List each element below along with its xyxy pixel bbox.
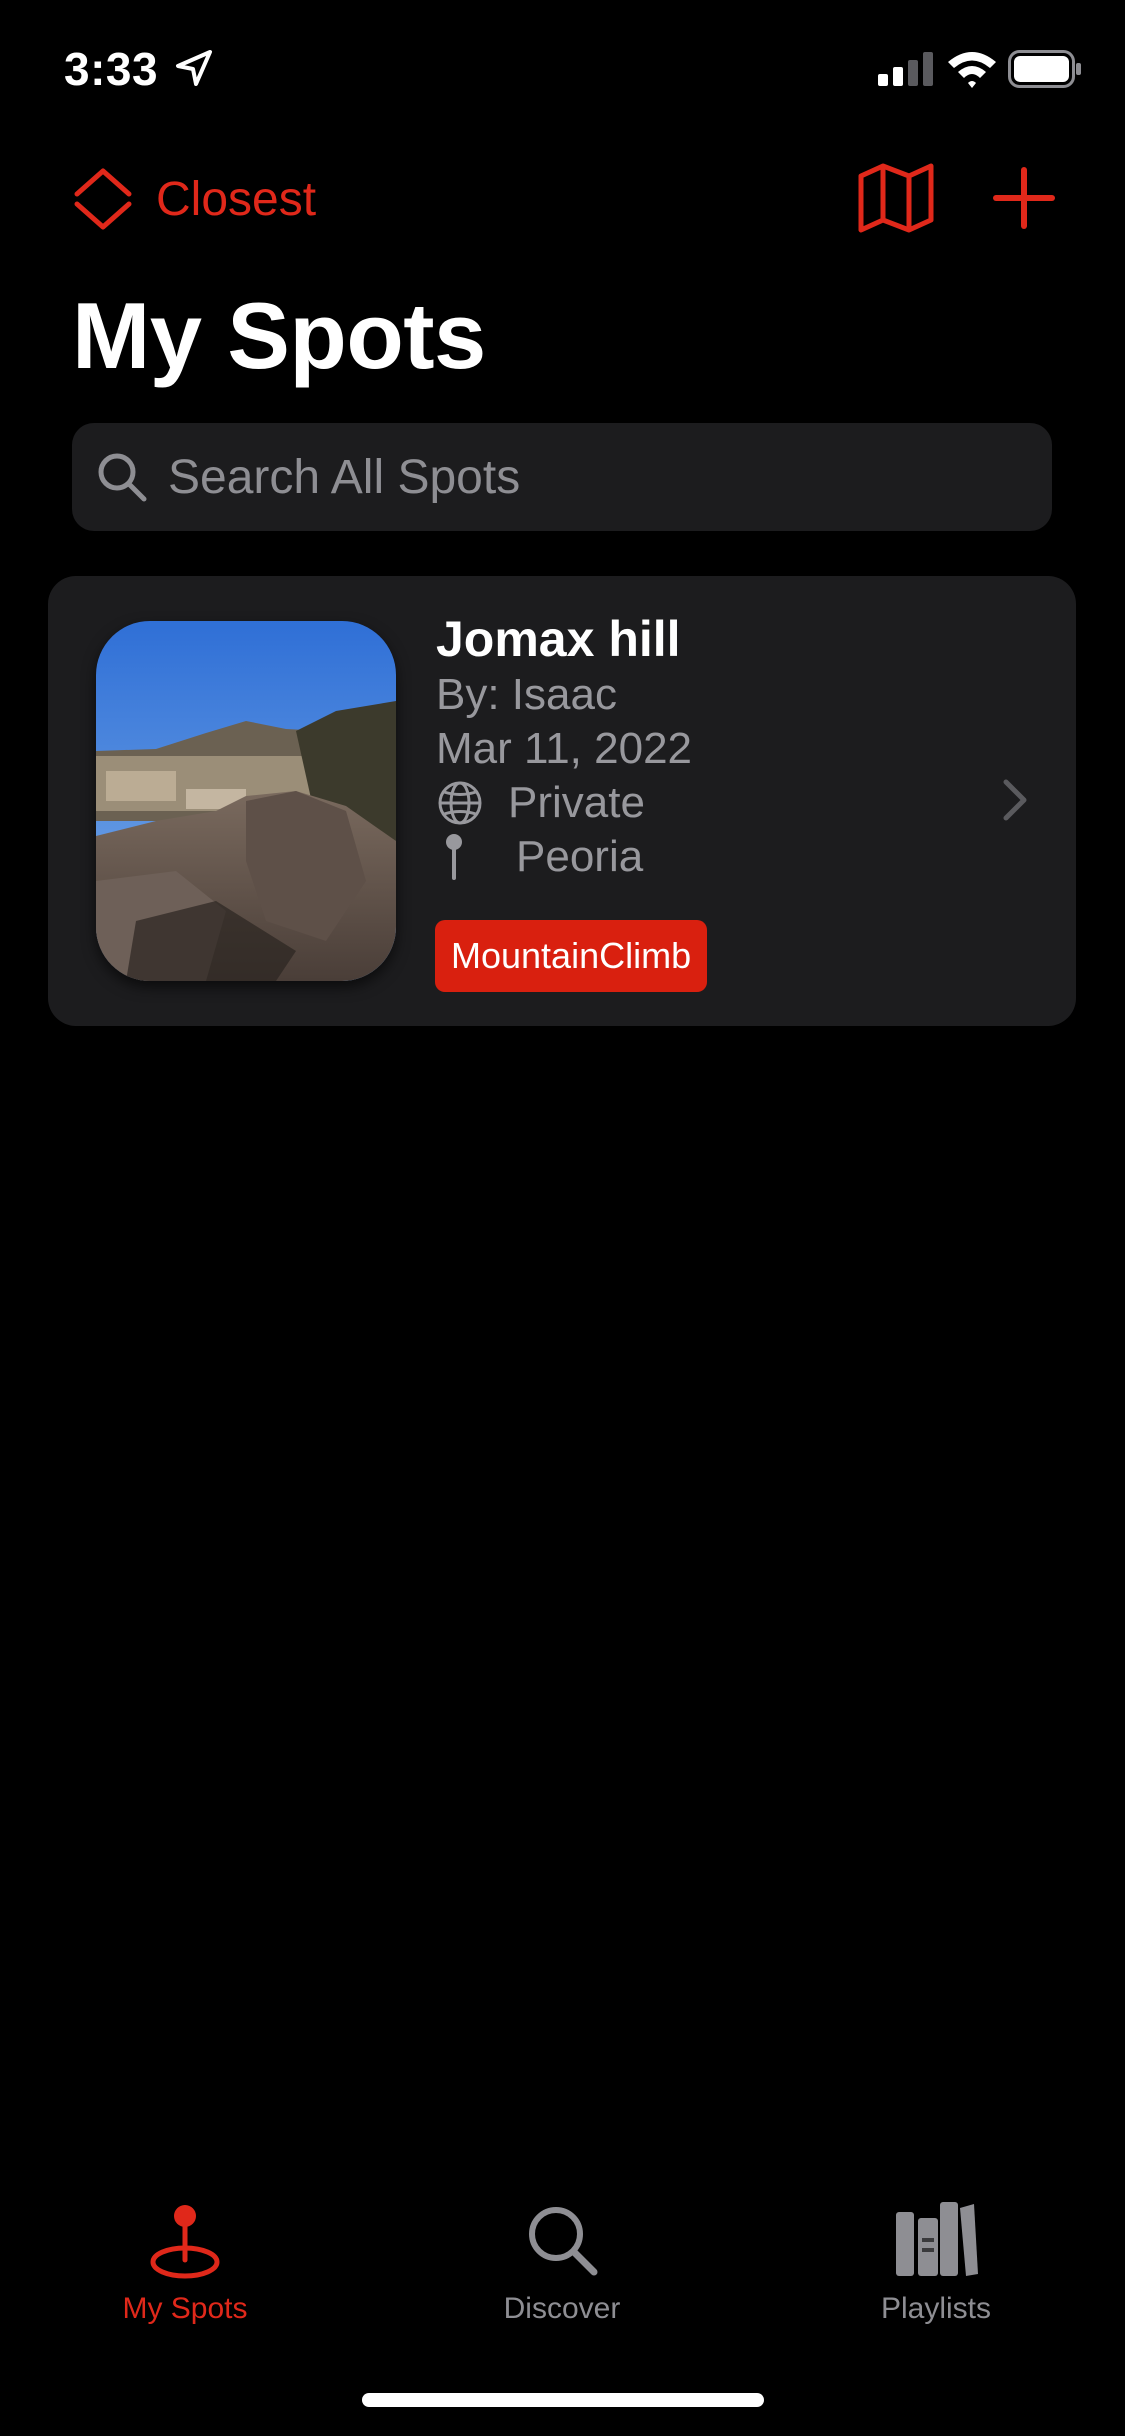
status-time: 3:33 (64, 43, 159, 95)
spot-thumbnail (96, 621, 396, 981)
spot-title: Jomax hill (436, 611, 681, 667)
home-indicator[interactable] (362, 2393, 764, 2407)
battery-icon (1008, 50, 1081, 88)
search-bar[interactable] (72, 423, 1052, 531)
location-label: Peoria (516, 832, 644, 881)
tab-label-my-spots: My Spots (122, 2292, 248, 2325)
globe-icon (438, 781, 482, 825)
chevron-right-icon (1003, 779, 1027, 821)
pin-icon (446, 834, 462, 880)
search-input[interactable] (166, 448, 1052, 506)
location-arrow-icon (176, 50, 212, 86)
spot-author: By: Isaac (436, 670, 617, 719)
status-bar: 3:33 (0, 0, 1125, 140)
spot-card[interactable]: Jomax hill By: Isaac Mar 11, 2022 Privat… (48, 576, 1076, 1026)
wifi-icon (948, 52, 996, 88)
tab-playlists[interactable]: Playlists (826, 2198, 1046, 2326)
visibility-label: Private (508, 778, 645, 827)
plus-icon[interactable] (988, 162, 1060, 234)
tab-discover[interactable]: Discover (452, 2198, 672, 2326)
pin-icon (150, 2205, 220, 2279)
spot-location: Peoria (436, 832, 643, 882)
search-icon (98, 453, 147, 502)
sort-button[interactable]: Closest (72, 166, 316, 232)
tab-my-spots[interactable]: My Spots (75, 2198, 295, 2326)
sort-label: Closest (156, 172, 317, 226)
page-title: My Spots (72, 283, 486, 388)
map-icon[interactable] (856, 162, 936, 234)
screen: 3:33 Closest My Spots Search All Spots J… (0, 0, 1125, 2436)
tag-badge[interactable]: MountainClimb (435, 920, 708, 992)
magnifier-icon (529, 2207, 598, 2276)
spot-visibility: Private (436, 778, 645, 828)
books-icon (896, 2202, 978, 2276)
tab-label-playlists: Playlists (880, 2292, 992, 2325)
tab-label-discover: Discover (503, 2292, 621, 2325)
cellular-signal-icon (878, 52, 933, 86)
chevron-up-down-icon (74, 168, 132, 230)
spot-date: Mar 11, 2022 (436, 724, 693, 773)
